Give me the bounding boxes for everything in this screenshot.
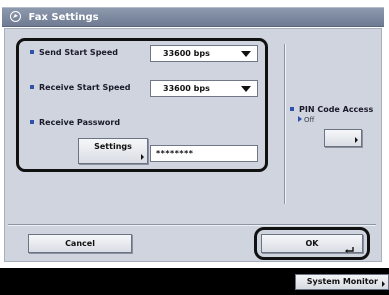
triangle-right-icon: [382, 281, 385, 287]
pin-code-access-label: PIN Code Access: [290, 105, 373, 114]
return-icon: [345, 242, 354, 259]
triangle-right-icon: [141, 154, 144, 160]
send-start-speed-value: 33600 bps: [163, 49, 210, 58]
ok-button[interactable]: OK: [261, 234, 363, 253]
receive-password-field[interactable]: ********: [150, 145, 258, 162]
cancel-button[interactable]: Cancel: [28, 234, 132, 253]
receive-start-speed-value: 33600 bps: [163, 84, 210, 93]
receive-password-value: ********: [156, 149, 194, 158]
title-bar: Fax Settings: [2, 7, 384, 27]
pin-code-access-button[interactable]: [324, 129, 362, 147]
receive-password-label: Receive Password: [30, 118, 120, 127]
triangle-down-icon: [241, 51, 251, 57]
receive-start-speed-dropdown[interactable]: 33600 bps: [150, 80, 258, 97]
receive-start-speed-label: Receive Start Speed: [30, 83, 131, 92]
send-start-speed-dropdown[interactable]: 33600 bps: [150, 45, 258, 62]
vertical-divider: [284, 44, 285, 204]
page-title: Fax Settings: [28, 12, 99, 23]
settings-button[interactable]: Settings: [78, 138, 148, 164]
triangle-right-icon: [355, 137, 358, 143]
fax-settings-screen: Fax Settings Send Start Speed 33600 bps …: [0, 0, 389, 295]
triangle-down-icon: [241, 86, 251, 92]
fax-icon: [10, 11, 21, 22]
bottom-separator: [8, 224, 376, 225]
bullet-icon: [30, 120, 34, 124]
system-monitor-button[interactable]: System Monitor: [295, 274, 389, 290]
bullet-icon: [290, 107, 294, 111]
status-arrow-icon: [298, 116, 302, 122]
bullet-icon: [30, 50, 34, 54]
bullet-icon: [30, 85, 34, 89]
pin-code-access-status: Off: [298, 116, 314, 124]
send-start-speed-label: Send Start Speed: [30, 48, 118, 57]
